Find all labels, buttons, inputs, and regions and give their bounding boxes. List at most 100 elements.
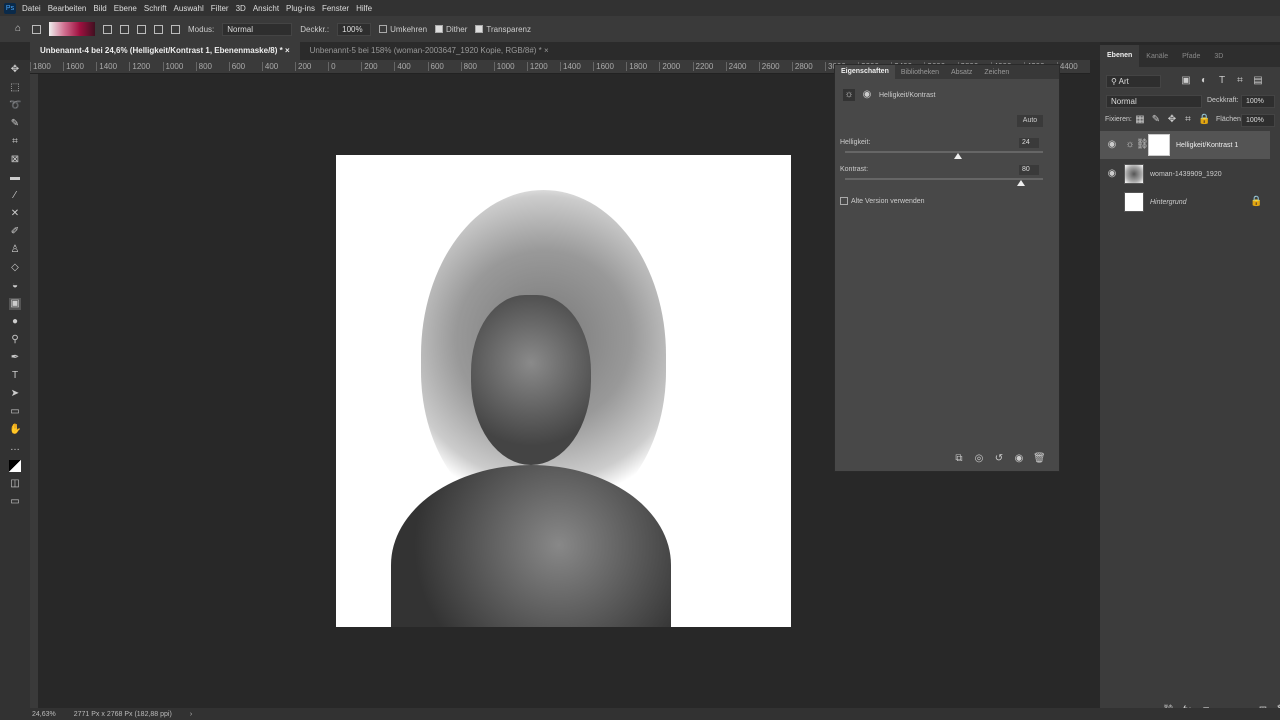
menu-fenster[interactable]: Fenster [322, 4, 349, 13]
tab-zeichen[interactable]: Zeichen [978, 69, 1015, 76]
color-swatches-icon[interactable] [9, 460, 21, 472]
gradient-tool-icon[interactable]: ▣ [9, 298, 21, 310]
gradient-picker[interactable] [49, 22, 95, 36]
paint-bucket-icon[interactable]: ◒ [9, 280, 21, 292]
marquee-tool-icon[interactable]: ⬚ [9, 82, 21, 94]
radial-gradient-icon[interactable] [120, 24, 129, 34]
status-menu-arrow[interactable]: › [190, 711, 192, 718]
transparency-checkbox[interactable]: Transparenz [475, 25, 531, 34]
layer-name[interactable]: Hintergrund [1150, 199, 1250, 206]
stamp-tool-icon[interactable]: ♙ [9, 244, 21, 256]
legacy-checkbox[interactable]: Alte Version verwenden [840, 197, 925, 205]
contrast-slider[interactable] [845, 178, 1043, 180]
reflected-gradient-icon[interactable] [154, 24, 163, 34]
tab-3d[interactable]: 3D [1207, 53, 1230, 60]
crop-tool-icon[interactable]: ⌗ [9, 136, 21, 148]
brightness-slider[interactable] [845, 151, 1043, 153]
tab-kanaele[interactable]: Kanäle [1139, 53, 1175, 60]
tab-absatz[interactable]: Absatz [945, 69, 978, 76]
filter-type-icon[interactable]: T [1216, 75, 1228, 87]
mask-icon[interactable]: ◉ [861, 89, 873, 101]
move-tool-icon[interactable]: ✥ [9, 64, 21, 76]
layer-row[interactable]: Hintergrund 🔒 [1100, 188, 1270, 216]
blur-tool-icon[interactable]: ● [9, 316, 21, 328]
visibility-icon[interactable]: ◉ [1013, 453, 1025, 465]
more-tools-icon[interactable]: … [9, 442, 21, 454]
home-icon[interactable]: ⌂ [12, 23, 24, 35]
filter-pixel-icon[interactable]: ▣ [1180, 75, 1192, 87]
menu-filter[interactable]: Filter [211, 4, 229, 13]
quick-select-tool-icon[interactable]: ✎ [9, 118, 21, 130]
menu-schrift[interactable]: Schrift [144, 4, 167, 13]
contrast-field[interactable]: 80 [1019, 165, 1039, 175]
tab-bibliotheken[interactable]: Bibliotheken [895, 69, 945, 76]
type-tool-icon[interactable]: T [9, 370, 21, 382]
screen-mode-icon[interactable]: ▭ [9, 496, 21, 508]
lock-pixels-icon[interactable]: ✎ [1150, 114, 1162, 126]
tab-ebenen[interactable]: Ebenen [1100, 45, 1140, 67]
lock-all-icon[interactable]: 🔒 [1198, 114, 1210, 126]
layer-name[interactable]: Helligkeit/Kontrast 1 [1176, 142, 1238, 149]
canvas-image[interactable] [336, 155, 791, 627]
tab-eigenschaften[interactable]: Eigenschaften [835, 65, 895, 79]
auto-button[interactable]: Auto [1017, 115, 1043, 127]
menu-bild[interactable]: Bild [93, 4, 106, 13]
tab-document-2[interactable]: Unbenannt-5 bei 158% (woman-2003647_1920… [300, 42, 559, 60]
layer-row[interactable]: ◉ ☼ ⛓ Helligkeit/Kontrast 1 [1100, 131, 1270, 159]
view-previous-icon[interactable]: ◎ [973, 453, 985, 465]
menu-plugins[interactable]: Plug-ins [286, 4, 315, 13]
lasso-tool-icon[interactable]: ➰ [9, 100, 21, 112]
menu-hilfe[interactable]: Hilfe [356, 4, 372, 13]
link-icon[interactable]: ⛓ [1136, 139, 1149, 151]
dodge-tool-icon[interactable]: ⚲ [9, 334, 21, 346]
fill-field[interactable]: 100% [1241, 114, 1275, 127]
hand-tool-icon[interactable]: ✋ [9, 424, 21, 436]
contrast-slider-thumb[interactable] [1017, 180, 1025, 186]
angle-gradient-icon[interactable] [137, 24, 146, 34]
brightness-adjustment-icon[interactable]: ☼ [843, 89, 855, 101]
reset-icon[interactable]: ↺ [993, 453, 1005, 465]
brush-tool-icon[interactable]: ✐ [9, 226, 21, 238]
zoom-level[interactable]: 24,63% [32, 711, 56, 718]
quick-mask-icon[interactable]: ◫ [9, 478, 21, 490]
menu-auswahl[interactable]: Auswahl [174, 4, 204, 13]
brightness-slider-thumb[interactable] [954, 153, 962, 159]
filter-adjustment-icon[interactable]: ◐ [1198, 75, 1210, 87]
eraser-tool-icon[interactable]: ◇ [9, 262, 21, 274]
layer-row[interactable]: ◉ woman-1439909_1920 [1100, 160, 1270, 188]
layer-mask-thumbnail[interactable] [1148, 134, 1170, 156]
lock-artboard-icon[interactable]: ⌗ [1182, 114, 1194, 126]
shape-tool-icon[interactable]: ▭ [9, 406, 21, 418]
menu-3d[interactable]: 3D [236, 4, 246, 13]
filter-shape-icon[interactable]: ⌗ [1234, 75, 1246, 87]
pen-tool-icon[interactable]: ✒ [9, 352, 21, 364]
path-select-tool-icon[interactable]: ➤ [9, 388, 21, 400]
layer-name[interactable]: woman-1439909_1920 [1150, 171, 1222, 178]
mode-select[interactable]: Normal [222, 22, 293, 36]
dither-checkbox[interactable]: Dither [435, 25, 467, 34]
menu-ansicht[interactable]: Ansicht [253, 4, 279, 13]
layer-opacity-field[interactable]: 100% [1241, 95, 1275, 108]
layer-filter-select[interactable]: ⚲ Art [1106, 75, 1161, 88]
linear-gradient-icon[interactable] [103, 24, 112, 34]
eye-icon[interactable]: ◉ [1106, 139, 1118, 151]
eye-icon[interactable]: ◉ [1106, 168, 1118, 180]
ruler-tool-icon[interactable]: ▬ [9, 172, 21, 184]
tool-preset-icon[interactable] [32, 24, 41, 34]
clip-to-layer-icon[interactable]: ⧉ [953, 453, 965, 465]
menu-datei[interactable]: Datei [22, 4, 41, 13]
frame-tool-icon[interactable]: ⊠ [9, 154, 21, 166]
tab-pfade[interactable]: Pfade [1175, 53, 1207, 60]
lock-position-icon[interactable]: ✥ [1166, 114, 1178, 126]
menu-bearbeiten[interactable]: Bearbeiten [48, 4, 87, 13]
visibility-toggle-empty[interactable] [1106, 196, 1118, 208]
menu-ebene[interactable]: Ebene [114, 4, 137, 13]
filter-smart-icon[interactable]: ▤ [1252, 75, 1264, 87]
opacity-field[interactable]: 100% [337, 22, 372, 36]
lock-transparent-icon[interactable]: ▦ [1134, 114, 1146, 126]
brightness-field[interactable]: 24 [1019, 138, 1039, 148]
reverse-checkbox[interactable]: Umkehren [379, 25, 427, 34]
delete-icon[interactable]: 🗑 [1033, 453, 1046, 465]
tab-document-1[interactable]: Unbenannt-4 bei 24,6% (Helligkeit/Kontra… [30, 42, 300, 60]
healing-tool-icon[interactable]: ✕ [9, 208, 21, 220]
